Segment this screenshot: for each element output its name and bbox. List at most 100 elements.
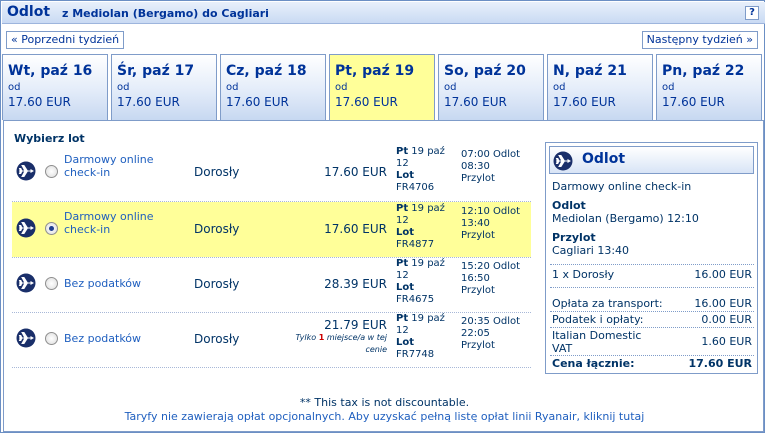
help-button[interactable]: ?: [745, 6, 759, 20]
flight-radio[interactable]: [45, 165, 58, 178]
header-title: Odlot: [7, 4, 51, 20]
flight-day: Pt: [396, 313, 409, 324]
previous-week-button[interactable]: « Poprzedni tydzień: [6, 31, 125, 49]
flight-times: 07:00 Odlot 08:30 Przylot: [461, 149, 535, 185]
plane-icon: [16, 161, 36, 181]
flight-info: Pt 19 paź 12 Lot FR7748: [396, 313, 458, 361]
day-tab[interactable]: Śr, paź 17 od 17.60 EUR: [111, 54, 217, 120]
summary-passenger-line: 1 x Dorosły: [552, 268, 615, 281]
day-tab-from-label: od: [8, 82, 21, 93]
flight-date: 19 paź: [411, 258, 445, 269]
plane-icon: [16, 273, 36, 293]
flights-heading: Wybierz lot: [14, 132, 85, 145]
day-tab-price: 17.60 EUR: [117, 95, 180, 109]
day-tab-price: 17.60 EUR: [553, 95, 616, 109]
arrival-time: 08:30: [461, 161, 490, 172]
flight-label: Lot: [396, 170, 415, 181]
flight-price: 21.79 EUR: [324, 318, 387, 332]
flight-year: 12: [396, 215, 409, 226]
summary-title: Odlot: [582, 151, 626, 167]
day-tab-from-label: od: [444, 82, 457, 93]
arrival-label: Przylot: [461, 230, 495, 241]
seats-prefix: Tylko: [295, 333, 317, 342]
summary-divider: [550, 327, 754, 328]
fare-type-link[interactable]: Darmowy online check-in: [64, 210, 184, 236]
passenger-type: Dorosły: [194, 277, 240, 291]
summary-vat-value: 1.60 EUR: [701, 335, 752, 348]
passenger-type: Dorosły: [194, 165, 240, 179]
day-tab[interactable]: So, paź 20 od 17.60 EUR: [438, 54, 544, 120]
fare-line-2: check-in: [64, 223, 111, 236]
day-tab-price: 17.60 EUR: [335, 95, 398, 109]
flight-label: Lot: [396, 227, 415, 238]
fare-line-1: Darmowy online: [64, 210, 154, 223]
flights-content: Wybierz lot Darmowy online check-in Doro…: [3, 120, 764, 432]
flight-info: Pt 19 paź 12 Lot FR4706: [396, 146, 458, 194]
arrival-label: Przylot: [461, 173, 495, 184]
flight-row[interactable]: Darmowy online check-in Dorosły 17.60 EU…: [12, 145, 531, 200]
flight-number: FR4675: [396, 294, 435, 305]
fare-type-link[interactable]: Darmowy online check-in: [64, 153, 184, 179]
summary-arrival-label: Przylot: [552, 231, 596, 244]
flight-day: Pt: [396, 203, 409, 214]
fare-line-1: Darmowy online: [64, 153, 154, 166]
summary-total-label: Cena łącznie:: [552, 357, 635, 370]
summary-divider: [550, 355, 754, 356]
arrival-time: 16:50: [461, 273, 490, 284]
day-tab-from-label: od: [117, 82, 130, 93]
fare-type-link[interactable]: Bez podatków: [64, 332, 184, 345]
day-tab-price: 17.60 EUR: [8, 95, 71, 109]
arrival-time: 13:40: [461, 218, 490, 229]
day-tab[interactable]: Cz, paź 18 od 17.60 EUR: [220, 54, 326, 120]
day-tab-price: 17.60 EUR: [444, 95, 507, 109]
fare-line-1: Bez podatków: [64, 277, 142, 290]
summary-departure-label: Odlot: [552, 199, 586, 212]
summary-total-value: 17.60 EUR: [688, 357, 752, 370]
seats-left-note: Tylko 1 miejsce/a w tej cenie: [242, 332, 387, 356]
flight-day: Pt: [396, 258, 409, 269]
day-tab-date: So, paź 20: [444, 63, 526, 79]
flight-row-selected[interactable]: Darmowy online check-in Dorosły 17.60 EU…: [12, 202, 531, 257]
day-tab-date: Pn, paź 22: [662, 63, 745, 79]
fare-type-link[interactable]: Bez podatków: [64, 277, 184, 290]
fare-line-1: Bez podatków: [64, 332, 142, 345]
summary-arrival-value: Cagliari 13:40: [552, 244, 630, 257]
day-tab-date: N, paź 21: [553, 63, 627, 79]
arrival-time: 22:05: [461, 328, 490, 339]
flight-radio[interactable]: [45, 332, 58, 345]
panel-header: Odlot z Mediolan (Bergamo) do Cagliari ?: [2, 2, 765, 24]
flight-number: FR7748: [396, 349, 435, 360]
flight-row[interactable]: Bez podatków Dorosły 21.79 EUR Tylko 1 m…: [12, 312, 531, 367]
day-tab[interactable]: Wt, paź 16 od 17.60 EUR: [2, 54, 108, 120]
day-tab-from-label: od: [335, 82, 348, 93]
day-tab-date: Śr, paź 17: [117, 63, 195, 79]
flight-info: Pt 19 paź 12 Lot FR4675: [396, 258, 458, 306]
flight-label: Lot: [396, 337, 415, 348]
flight-year: 12: [396, 270, 409, 281]
flight-times: 15:20 Odlot 16:50 Przylot: [461, 261, 535, 297]
summary-departure-value: Mediolan (Bergamo) 12:10: [552, 212, 699, 225]
plane-icon: [553, 151, 573, 171]
day-tab-from-label: od: [226, 82, 239, 93]
flight-radio[interactable]: [45, 277, 58, 290]
flight-number: FR4706: [396, 182, 435, 193]
seats-suffix: miejsce/a w tej: [326, 333, 387, 342]
day-tab-selected[interactable]: Pt, paź 19 od 17.60 EUR: [329, 54, 435, 120]
next-week-button[interactable]: Następny tydzień »: [641, 31, 758, 49]
day-tab[interactable]: Pn, paź 22 od 17.60 EUR: [656, 54, 762, 120]
day-tab-from-label: od: [662, 82, 675, 93]
day-tab[interactable]: N, paź 21 od 17.60 EUR: [547, 54, 653, 120]
day-tab-price: 17.60 EUR: [662, 95, 725, 109]
day-tab-price: 17.60 EUR: [226, 95, 289, 109]
fees-info-link[interactable]: Taryfy nie zawierają opłat opcjonalnych.…: [4, 410, 765, 423]
flight-row[interactable]: Bez podatków Dorosły 28.39 EUR Pt 19 paź…: [12, 257, 531, 312]
summary-vat-label: Italian Domestic: [552, 329, 642, 342]
flight-date: 19 paź: [411, 313, 445, 324]
summary-passenger-price: 16.00 EUR: [694, 268, 752, 281]
flight-info: Pt 19 paź 12 Lot FR4877: [396, 203, 458, 251]
flight-times: 20:35 Odlot 22:05 Przylot: [461, 316, 535, 352]
header-route: z Mediolan (Bergamo) do Cagliari: [62, 7, 269, 20]
flight-radio-checked[interactable]: [45, 222, 58, 235]
row-divider: [12, 367, 531, 368]
summary-taxes-label: Podatek i opłaty:: [552, 313, 644, 326]
